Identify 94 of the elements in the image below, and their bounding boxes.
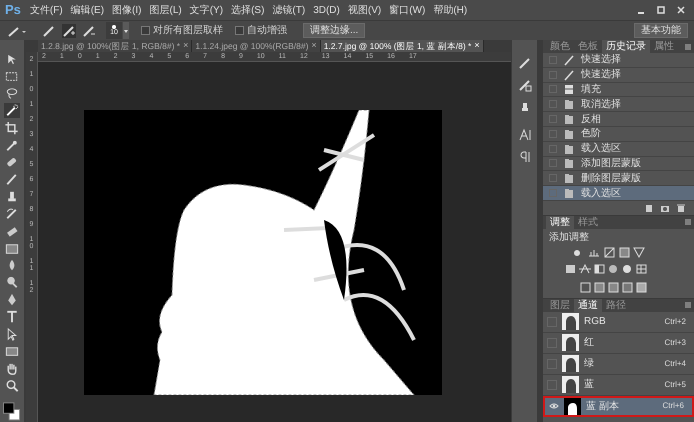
channel-name: 红	[584, 336, 594, 350]
shortcut-label: Ctrl+2	[664, 316, 686, 328]
history-item[interactable]: 载入选区	[543, 142, 694, 157]
brush-minus-icon[interactable]	[82, 24, 96, 38]
checkbox-label: 对所有图层取样	[153, 24, 223, 38]
trash-icon[interactable]	[676, 202, 686, 213]
document-icon	[563, 142, 575, 155]
channel-name: 蓝 副本	[586, 400, 619, 414]
menu-item[interactable]: 滤镜(T)	[268, 2, 310, 18]
color-swatches-icon[interactable]	[2, 401, 22, 422]
quick-selection-tool-icon[interactable]	[4, 103, 20, 118]
panel-tab[interactable]: 属性	[650, 40, 678, 53]
history-item[interactable]: 删除图层蒙版	[543, 171, 694, 186]
document-icon	[563, 128, 575, 140]
panel-tab[interactable]: 色板	[574, 40, 602, 53]
channel-thumbnail	[564, 398, 581, 415]
menu-item[interactable]: 图像(I)	[108, 2, 146, 18]
character-icon[interactable]	[518, 128, 532, 142]
menu-item[interactable]: 编辑(E)	[66, 2, 108, 18]
menu-item[interactable]: 图层(L)	[145, 2, 186, 18]
document-icon	[563, 113, 575, 126]
channel-name: 蓝	[584, 378, 594, 392]
refine-edge-button[interactable]: 调整边缘...	[303, 23, 366, 38]
zoom-tool-icon[interactable]	[4, 378, 20, 392]
tab-close[interactable]: ×	[311, 39, 317, 53]
panel-tab[interactable]: 调整	[546, 216, 574, 229]
app-logo: Ps	[4, 1, 22, 20]
shortcut-label: Ctrl+4	[664, 358, 686, 370]
brush-icon[interactable]	[518, 56, 532, 70]
document-icon	[563, 172, 575, 184]
menu-item[interactable]: 3D(D)	[309, 2, 344, 18]
history-item[interactable]: 载入选区	[543, 186, 694, 201]
tab-close[interactable]: ×	[474, 39, 480, 53]
menu-item[interactable]: 窗口(W)	[385, 2, 430, 18]
panel-menu-icon[interactable]	[684, 301, 692, 310]
panel-menu-icon[interactable]	[684, 42, 692, 50]
history-item[interactable]: 填充	[543, 82, 694, 98]
workspace-button[interactable]: 基本功能	[634, 23, 688, 38]
channel-thumbnail	[562, 376, 579, 394]
fill-icon	[563, 83, 575, 96]
brush-plus-icon[interactable]	[62, 24, 76, 38]
menu-item[interactable]: 文字(Y)	[186, 2, 228, 18]
menu-item[interactable]: 帮助(H)	[429, 2, 472, 18]
channel-name: 绿	[584, 357, 594, 372]
document-icon	[563, 157, 575, 170]
history-item[interactable]: 添加图层蒙版	[543, 156, 694, 172]
tab-close[interactable]: ×	[183, 39, 188, 53]
history-item[interactable]: 快速选择	[543, 53, 694, 68]
checkbox-label: 自动增强	[247, 24, 287, 38]
visibility-toggle[interactable]	[549, 401, 559, 412]
panel-tab[interactable]: 通道	[574, 298, 602, 312]
shortcut-label: Ctrl+5	[664, 378, 686, 391]
panel-tab[interactable]: 历史记录	[602, 40, 650, 53]
paragraph-icon[interactable]	[518, 150, 532, 164]
crop-tool-icon[interactable]	[4, 120, 20, 135]
document-icon	[563, 98, 575, 110]
history-item[interactable]: 反相	[543, 112, 694, 127]
channel-row[interactable]: RGB Ctrl+2	[543, 312, 694, 333]
shortcut-label: Ctrl+6	[662, 400, 684, 412]
menu-item[interactable]: 视图(V)	[344, 2, 386, 18]
panel-menu-icon[interactable]	[684, 218, 692, 226]
dropdown-caret-icon[interactable]	[123, 22, 129, 39]
channel-row[interactable]: 绿 Ctrl+4	[543, 354, 694, 375]
checkbox[interactable]	[235, 26, 244, 35]
history-item[interactable]: 色阶	[543, 126, 694, 142]
checkbox[interactable]	[141, 26, 150, 35]
new-document-icon[interactable]	[644, 202, 654, 213]
channel-thumbnail	[562, 334, 579, 352]
maximize-icon[interactable]	[656, 5, 666, 15]
brush-icon[interactable]	[42, 24, 56, 38]
document-tab[interactable]: 1.2.8.jpg @ 100%(图层 1, RGB/8#) * ×	[38, 40, 192, 52]
panel-tab[interactable]: 样式	[574, 216, 602, 229]
menu-item[interactable]: 选择(S)	[227, 2, 268, 18]
document-tab[interactable]: 1.2.7.jpg @ 100% (图层 1, 蓝 副本/8) * ×	[320, 40, 484, 52]
brush-icon	[563, 54, 575, 66]
channel-row[interactable]: 红 Ctrl+3	[543, 332, 694, 354]
lasso-tool-icon[interactable]	[4, 86, 20, 100]
channel-thumbnail	[562, 355, 579, 372]
panel-heading: 添加调整	[548, 230, 590, 245]
channel-row[interactable]: 蓝 副本 Ctrl+6	[543, 396, 694, 417]
document-tab[interactable]: 1.1.24.jpeg @ 100%(RGB/8#) ×	[192, 40, 321, 52]
channel-row[interactable]: 蓝 Ctrl+5	[543, 374, 694, 396]
brush-presets-icon[interactable]	[518, 78, 532, 92]
panel-tab[interactable]: 路径	[602, 298, 630, 312]
close-icon[interactable]	[676, 5, 686, 15]
document-icon	[563, 187, 575, 200]
panel-tab[interactable]: 颜色	[546, 40, 574, 53]
menu-item[interactable]: 文件(F)	[26, 2, 67, 18]
panel-tab[interactable]: 图层	[546, 298, 574, 312]
shortcut-label: Ctrl+3	[664, 336, 686, 349]
history-item[interactable]: 取消选择	[543, 97, 694, 112]
brush-icon	[563, 68, 575, 81]
channel-name: RGB	[584, 315, 606, 330]
history-item[interactable]: 快速选择	[543, 68, 694, 83]
